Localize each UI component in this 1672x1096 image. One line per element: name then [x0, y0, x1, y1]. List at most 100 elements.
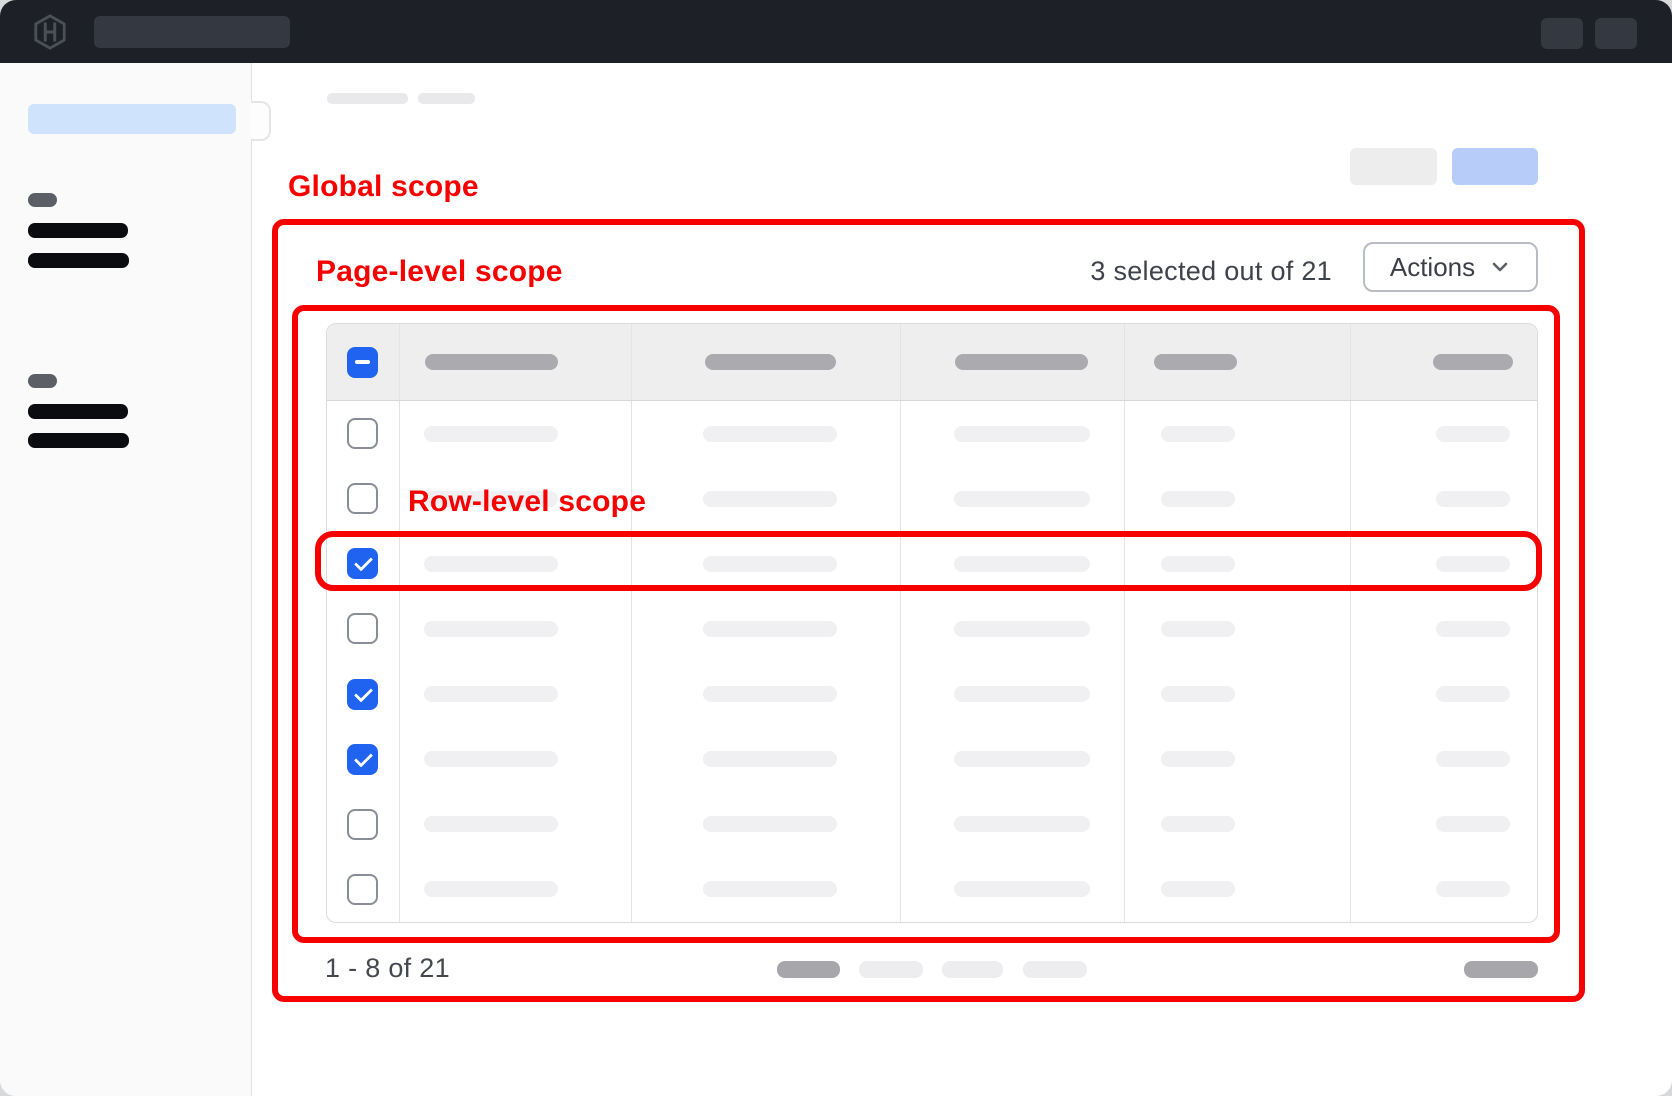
row-cell-1 — [400, 531, 632, 596]
breadcrumb-segment-1[interactable] — [327, 93, 408, 104]
row-cell-3 — [901, 531, 1125, 596]
cell-skeleton — [954, 751, 1090, 767]
row-checkbox[interactable] — [347, 613, 378, 644]
row-checkbox-cell — [327, 466, 400, 531]
app-window: 3 selected out of 21 Actions — [0, 0, 1672, 1096]
cell-skeleton — [703, 491, 837, 507]
sidebar-item-3[interactable] — [28, 404, 128, 419]
topbar-action-button-1[interactable] — [1541, 18, 1583, 49]
cell-skeleton — [1436, 881, 1510, 897]
pagination-control-skeleton-2[interactable] — [942, 961, 1003, 978]
cell-skeleton — [1161, 491, 1235, 507]
row-checkbox[interactable] — [347, 418, 378, 449]
cell-skeleton — [954, 556, 1090, 572]
header-cell-1 — [400, 324, 632, 400]
row-cell-5 — [1351, 401, 1537, 466]
row-cell-4 — [1125, 531, 1352, 596]
column-header-skeleton-5 — [1433, 354, 1513, 370]
table-row — [327, 727, 1537, 792]
row-cell-3 — [901, 662, 1125, 727]
cell-skeleton — [1161, 621, 1235, 637]
sidebar-item-4[interactable] — [28, 433, 129, 448]
row-cell-3 — [901, 792, 1125, 857]
pagination-control-skeleton-3[interactable] — [1023, 961, 1087, 978]
row-cell-1 — [400, 596, 632, 661]
topbar-action-button-2[interactable] — [1595, 18, 1637, 49]
cell-skeleton — [703, 751, 837, 767]
sidebar-item-2[interactable] — [28, 253, 129, 268]
pagination-info-skeleton[interactable] — [1464, 961, 1538, 978]
row-checkbox[interactable] — [347, 809, 378, 840]
row-cell-5 — [1351, 727, 1537, 792]
sidebar — [0, 63, 252, 1096]
table-body — [327, 401, 1537, 922]
row-cell-4 — [1125, 401, 1352, 466]
header-cell-2 — [632, 324, 902, 400]
hashicorp-logo-icon — [33, 14, 67, 50]
row-cell-5 — [1351, 531, 1537, 596]
header-cell-5 — [1351, 324, 1537, 400]
data-table — [326, 323, 1538, 923]
row-checkbox[interactable] — [347, 744, 378, 775]
row-cell-2 — [632, 466, 902, 531]
cell-skeleton — [954, 621, 1090, 637]
cell-skeleton — [1436, 686, 1510, 702]
row-cell-3 — [901, 857, 1125, 922]
cell-skeleton — [954, 426, 1090, 442]
row-checkbox-cell — [327, 531, 400, 596]
row-cell-3 — [901, 466, 1125, 531]
row-cell-4 — [1125, 662, 1352, 727]
cell-skeleton — [1436, 621, 1510, 637]
column-header-skeleton-3 — [955, 354, 1088, 370]
row-checkbox[interactable] — [347, 483, 378, 514]
global-scope-annotation-label: Global scope — [288, 170, 479, 204]
cell-skeleton — [1436, 491, 1510, 507]
actions-dropdown-button[interactable]: Actions — [1363, 242, 1538, 292]
cell-skeleton — [424, 491, 558, 507]
row-cell-2 — [632, 792, 902, 857]
row-checkbox[interactable] — [347, 874, 378, 905]
row-cell-4 — [1125, 857, 1352, 922]
row-checkbox-cell — [327, 727, 400, 792]
row-cell-1 — [400, 662, 632, 727]
sidebar-active-item[interactable] — [28, 104, 236, 134]
row-cell-2 — [632, 662, 902, 727]
pagination-page-size-skeleton[interactable] — [777, 961, 840, 978]
cell-skeleton — [954, 686, 1090, 702]
table-row — [327, 792, 1537, 857]
primary-button-skeleton[interactable] — [1452, 148, 1538, 185]
breadcrumb-segment-2[interactable] — [418, 93, 475, 104]
search-input[interactable] — [94, 16, 290, 48]
row-cell-2 — [632, 857, 902, 922]
row-cell-5 — [1351, 662, 1537, 727]
sidebar-section-label-1 — [28, 193, 57, 207]
row-cell-5 — [1351, 466, 1537, 531]
row-cell-5 — [1351, 596, 1537, 661]
table-header-row — [327, 324, 1537, 401]
row-cell-4 — [1125, 596, 1352, 661]
pagination-control-skeleton-1[interactable] — [859, 961, 923, 978]
cell-skeleton — [1436, 816, 1510, 832]
cell-skeleton — [703, 881, 837, 897]
sidebar-item-1[interactable] — [28, 223, 128, 238]
cell-skeleton — [703, 426, 837, 442]
row-checkbox[interactable] — [347, 679, 378, 710]
select-all-checkbox[interactable] — [347, 347, 378, 378]
cell-skeleton — [703, 686, 837, 702]
cell-skeleton — [1436, 426, 1510, 442]
table-row — [327, 596, 1537, 661]
sidebar-collapse-tab[interactable] — [251, 101, 271, 141]
row-cell-1 — [400, 792, 632, 857]
row-cell-3 — [901, 596, 1125, 661]
cell-skeleton — [1161, 881, 1235, 897]
chevron-down-icon — [1489, 256, 1511, 278]
row-checkbox-cell — [327, 596, 400, 661]
row-cell-4 — [1125, 466, 1352, 531]
header-cell-4 — [1125, 324, 1352, 400]
cell-skeleton — [1161, 751, 1235, 767]
table-row — [327, 857, 1537, 922]
row-checkbox[interactable] — [347, 548, 378, 579]
cell-skeleton — [424, 686, 558, 702]
selection-summary: 3 selected out of 21 — [900, 256, 1332, 287]
secondary-button-skeleton[interactable] — [1350, 148, 1437, 185]
